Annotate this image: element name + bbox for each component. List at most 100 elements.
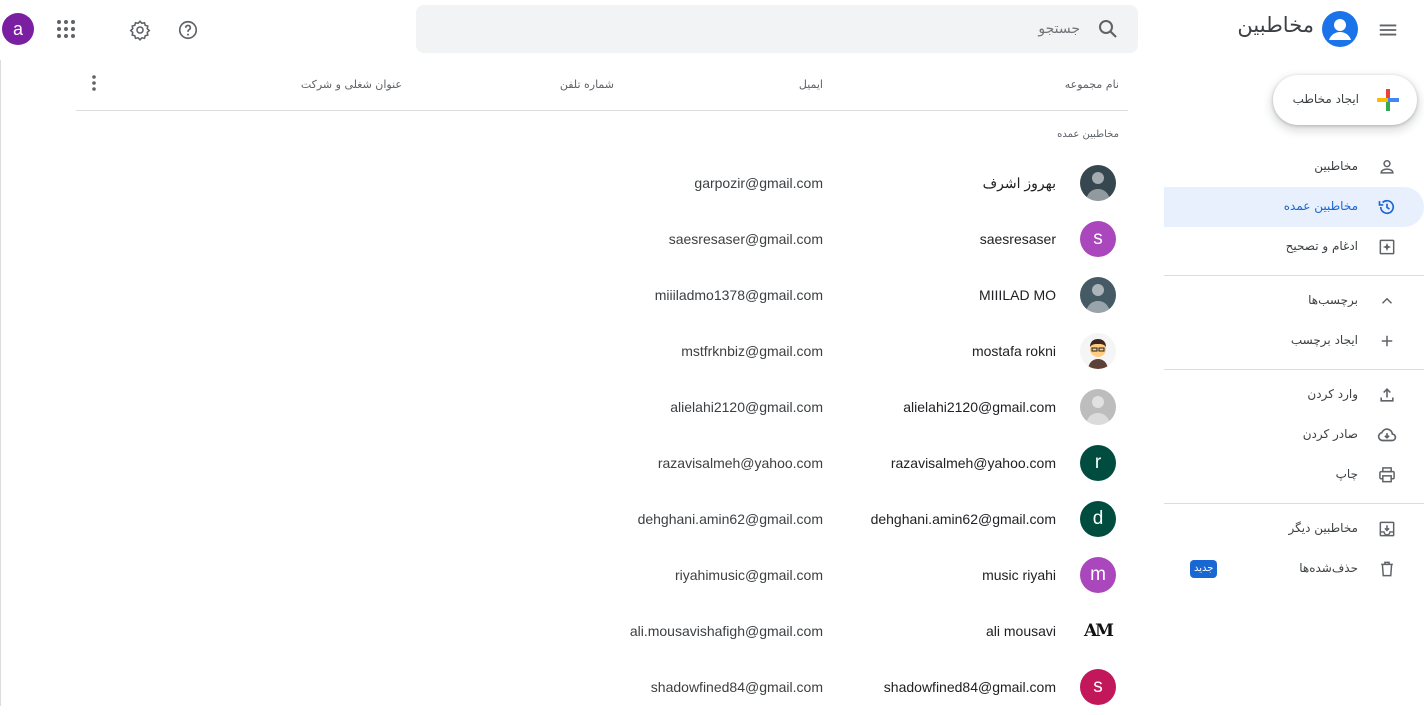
print-label: چاپ	[1335, 467, 1358, 481]
contact-email: garpozir@gmail.com	[694, 175, 823, 191]
cloud-download-icon	[1376, 424, 1398, 446]
main-menu-button[interactable]	[1370, 12, 1406, 48]
chevron-up-icon	[1376, 290, 1398, 312]
table-row[interactable]: m music riyahi riyahimusic@gmail.com	[76, 547, 1128, 603]
trash-icon	[1376, 558, 1398, 580]
export-label: صادر کردن	[1302, 427, 1358, 441]
trash-label: حذف‌شده‌ها	[1299, 561, 1358, 575]
contact-avatar: s	[1080, 221, 1116, 257]
sidebar-divider	[1164, 275, 1424, 276]
inbox-download-icon	[1376, 518, 1398, 540]
contact-avatar	[1080, 389, 1116, 425]
history-icon	[1376, 196, 1398, 218]
create-contact-button[interactable]: ایجاد مخاطب	[1273, 75, 1417, 125]
table-row[interactable]: s shadowfined84@gmail.com shadowfined84@gm…	[76, 659, 1128, 715]
contact-email: miiiladmo1378@gmail.com	[654, 287, 823, 303]
contact-email: ali.mousavishafigh@gmail.com	[629, 623, 823, 639]
table-row[interactable]: mostafa rokni mstfrknbiz@gmail.com	[76, 323, 1128, 379]
trash-button[interactable]: حذف‌شده‌ها جدید	[1164, 549, 1424, 589]
sidebar-divider	[1164, 369, 1424, 370]
column-header-email[interactable]: ایمیل	[799, 78, 823, 91]
print-icon	[1376, 464, 1398, 486]
merge-fix-icon	[1376, 236, 1398, 258]
print-button[interactable]: چاپ	[1164, 455, 1424, 495]
app-title: مخاطبین	[1237, 13, 1314, 37]
content-border	[0, 60, 1, 706]
apps-grid-icon	[57, 20, 75, 38]
column-header-phone[interactable]: شماره تلفن	[560, 78, 614, 91]
column-header-name[interactable]: نام مجموعه	[1065, 78, 1119, 91]
settings-button[interactable]	[122, 12, 158, 48]
list-options-button[interactable]	[82, 70, 106, 96]
labels-header: برچسب‌ها	[1308, 293, 1358, 307]
contact-name: بهروز اشرف	[982, 175, 1056, 191]
create-contact-label: ایجاد مخاطب	[1292, 92, 1359, 106]
sidebar-divider	[1164, 503, 1424, 504]
labels-section-toggle[interactable]: برچسب‌ها	[1164, 281, 1424, 321]
contact-avatar: r	[1080, 445, 1116, 481]
sidebar-item-frequent[interactable]: مخاطبین عمده	[1164, 187, 1424, 227]
contact-name: MIIILAD MO	[978, 287, 1056, 303]
contact-name: mostafa rokni	[971, 343, 1056, 359]
contact-avatar: AM	[1080, 613, 1116, 649]
contact-avatar: m	[1080, 557, 1116, 593]
contact-name: saesresaser	[979, 231, 1056, 247]
export-button[interactable]: صادر کردن	[1164, 415, 1424, 455]
contact-name: razavisalmeh@yahoo.com	[890, 455, 1056, 471]
table-row[interactable]: alielahi2120@gmail.com alielahi2120@gmail…	[76, 379, 1128, 435]
sidebar-item-merge-fix[interactable]: ادغام و تصحیح	[1164, 227, 1424, 267]
table-row[interactable]: r razavisalmeh@yahoo.com razavisalmeh@yaho…	[76, 435, 1128, 491]
contact-avatar	[1080, 333, 1116, 369]
column-header-job[interactable]: عنوان شغلی و شرکت	[301, 78, 402, 91]
contact-email: razavisalmeh@yahoo.com	[657, 455, 823, 471]
contact-email: shadowfined84@gmail.com	[650, 679, 823, 695]
search-icon[interactable]	[1096, 17, 1120, 41]
sidebar-item-label: مخاطبین	[1314, 159, 1358, 173]
search-bar[interactable]	[416, 5, 1138, 53]
new-badge: جدید	[1190, 560, 1218, 578]
help-icon	[178, 20, 198, 40]
search-input[interactable]	[480, 5, 1080, 53]
more-vert-icon	[92, 75, 96, 91]
contact-avatar	[1080, 277, 1116, 313]
contact-email: riyahimusic@gmail.com	[674, 567, 823, 583]
contact-name: shadowfined84@gmail.com	[883, 679, 1056, 695]
contact-email: alielahi2120@gmail.com	[670, 399, 823, 415]
contacts-logo-icon	[1322, 11, 1358, 47]
avatar-logo-text: AM	[1083, 621, 1114, 641]
contact-avatar	[1080, 165, 1116, 201]
import-button[interactable]: وارد کردن	[1164, 375, 1424, 415]
plus-icon	[1376, 330, 1398, 352]
contact-email: saesresaser@gmail.com	[668, 231, 823, 247]
table-row[interactable]: MIIILAD MO miiiladmo1378@gmail.com	[76, 267, 1128, 323]
sidebar-item-label: ادغام و تصحیح	[1285, 239, 1358, 253]
contact-name: music riyahi	[982, 567, 1056, 583]
help-button[interactable]	[170, 12, 206, 48]
create-label-button[interactable]: ایجاد برچسب	[1164, 321, 1424, 361]
section-label: مخاطبین عمده	[1057, 129, 1119, 140]
create-label-text: ایجاد برچسب	[1290, 333, 1358, 347]
person-icon	[1376, 156, 1398, 178]
import-label: وارد کردن	[1307, 387, 1358, 401]
sidebar-item-label: مخاطبین عمده	[1283, 199, 1358, 213]
contact-avatar: d	[1080, 501, 1116, 537]
contact-email: mstfrknbiz@gmail.com	[681, 343, 823, 359]
other-contacts-button[interactable]: مخاطبین دیگر	[1164, 509, 1424, 549]
upload-icon	[1376, 384, 1398, 406]
account-avatar[interactable]: a	[2, 13, 34, 45]
table-row[interactable]: d dehghani.amin62@gmail.com dehghani.amin6…	[76, 491, 1128, 547]
table-row[interactable]: AM ali mousavi ali.mousavishafigh@gmail.co…	[76, 603, 1128, 659]
colorful-plus-icon	[1377, 89, 1399, 111]
gear-icon	[129, 20, 151, 41]
header-divider	[76, 110, 1128, 111]
table-row[interactable]: s saesresaser saesresaser@gmail.com	[76, 211, 1128, 267]
contact-name: alielahi2120@gmail.com	[903, 399, 1056, 415]
hamburger-menu-icon	[1379, 24, 1397, 36]
google-apps-button[interactable]	[48, 11, 84, 47]
contact-name: ali mousavi	[985, 623, 1056, 639]
contact-avatar: s	[1080, 669, 1116, 705]
contact-email: dehghani.amin62@gmail.com	[637, 511, 823, 527]
table-row[interactable]: بهروز اشرف garpozir@gmail.com	[76, 155, 1128, 211]
sidebar-item-contacts[interactable]: مخاطبین	[1164, 147, 1424, 187]
other-contacts-label: مخاطبین دیگر	[1288, 521, 1358, 535]
